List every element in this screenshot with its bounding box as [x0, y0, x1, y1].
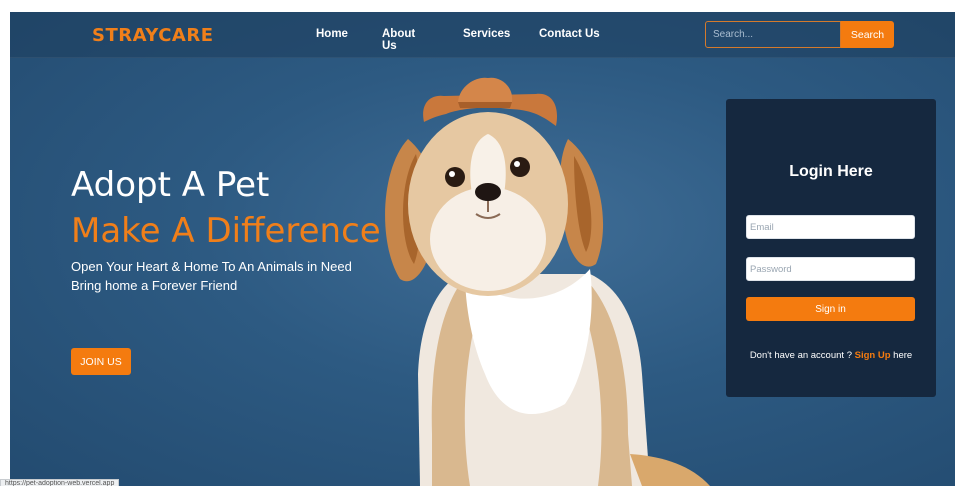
- top-navbar: STRAYCARE Home About Us Services Contact…: [10, 12, 955, 58]
- search-button[interactable]: Search: [841, 21, 894, 48]
- login-card: Login Here Sign in Don't have an account…: [726, 99, 936, 397]
- login-title: Login Here: [789, 163, 873, 180]
- brand-logo[interactable]: STRAYCARE: [92, 25, 214, 46]
- hero-subtitle: Make A Difference: [71, 211, 381, 251]
- signup-prompt: Don't have an account ? Sign Up here: [726, 350, 936, 361]
- status-bar-url: https://pet-adoption-web.vercel.app: [0, 479, 120, 486]
- password-field[interactable]: [746, 257, 915, 281]
- nav-link-about[interactable]: About Us: [382, 28, 415, 52]
- nav-link-services[interactable]: Services: [463, 28, 510, 40]
- search-input[interactable]: [705, 21, 841, 48]
- signup-suffix: here: [890, 350, 913, 361]
- hero-line-1: Open Your Heart & Home To An Animals in …: [71, 259, 352, 274]
- join-us-button[interactable]: JOIN US: [71, 348, 131, 375]
- hero-line-2: Bring home a Forever Friend: [71, 278, 238, 293]
- page-stage: STRAYCARE Home About Us Services Contact…: [10, 12, 955, 486]
- nav-link-contact[interactable]: Contact Us: [539, 28, 600, 40]
- email-field[interactable]: [746, 215, 915, 239]
- nav-link-home[interactable]: Home: [316, 28, 348, 40]
- dog-photo: [385, 77, 710, 486]
- hero-title: Adopt A Pet: [71, 165, 270, 205]
- hero-tagline: Open Your Heart & Home To An Animals in …: [71, 257, 352, 295]
- signup-link[interactable]: Sign Up: [855, 350, 891, 361]
- signin-button[interactable]: Sign in: [746, 297, 915, 321]
- signup-prefix: Don't have an account ?: [749, 350, 855, 361]
